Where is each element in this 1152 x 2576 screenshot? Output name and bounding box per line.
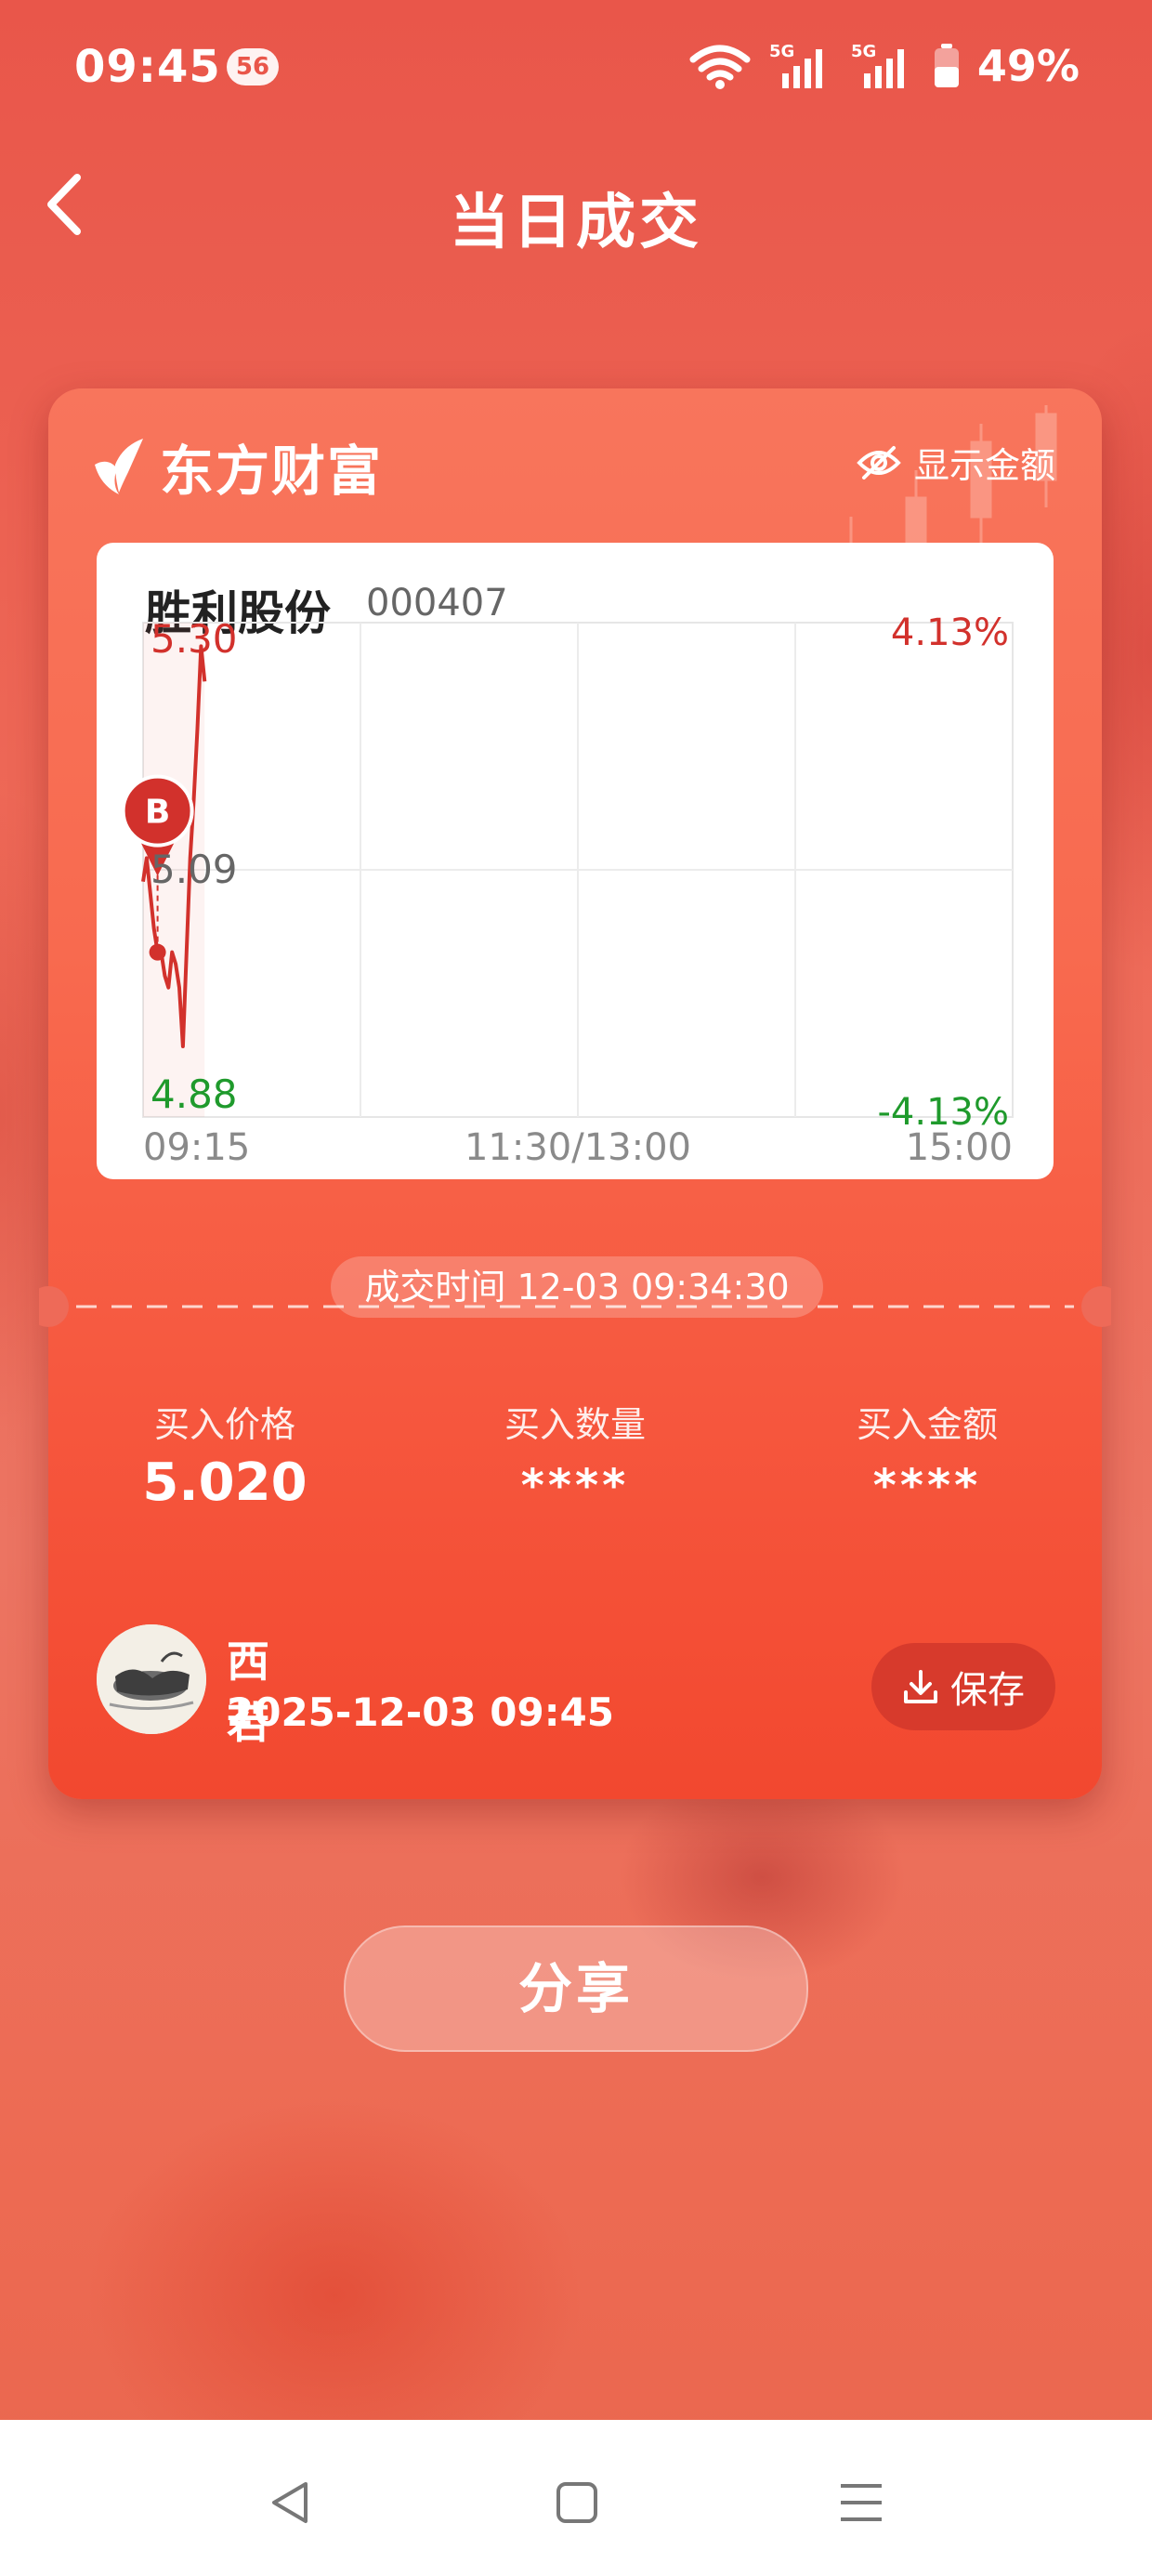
brand-name: 东方财富 [160,440,384,503]
metric-buy-amount: 买入金额 **** [816,1396,1039,1512]
system-home-button[interactable] [544,2470,609,2535]
share-button[interactable]: 分享 [344,1925,808,2052]
avatar[interactable] [97,1624,206,1734]
user-datetime: 2025-12-03 09:45 [227,1689,614,1735]
menu-lines-icon [841,2484,882,2521]
signal-5g-icon-2: 5G [851,42,904,88]
status-time: 09:45 [74,41,221,93]
save-label: 保存 [950,1669,1025,1712]
avatar-image [97,1624,206,1734]
buy-point [149,943,166,961]
page-title: 当日成交 [450,189,702,257]
buy-marker-label: B [145,794,170,832]
metric-value: 5.020 [142,1452,308,1513]
y-tick-label-left: 5.09 [151,847,238,892]
battery-icon [934,44,959,87]
x-tick-label: 11:30/13:00 [465,1126,691,1169]
trade-time: 成交时间 12-03 09:34:30 [331,1256,823,1318]
metric-label: 买入数量 [504,1404,646,1445]
download-icon [904,1670,937,1703]
square-home-icon [556,2482,597,2523]
metric-buy-quantity: 买入数量 **** [464,1396,687,1512]
notification-badge: 56 [227,48,279,85]
brand-icon [95,439,143,494]
brand-logo: 东方财富 [91,427,383,506]
triangle-back-icon [272,2482,308,2523]
metric-label: 买入价格 [153,1404,295,1445]
eye-off-icon [857,445,901,480]
battery-percent: 49% [976,41,1080,91]
x-tick-label: 15:00 [906,1126,1013,1169]
system-menu-button[interactable] [829,2470,894,2535]
y-tick-label-left: 5.30 [151,616,238,662]
y-tick-label-left: 4.88 [151,1071,238,1117]
save-button[interactable]: 保存 [871,1643,1055,1730]
chart-panel: 胜利股份 000407 B 5.30 5.09 4.88 4.13% -4.13% 09:… [97,543,1054,1179]
system-back-button[interactable] [258,2470,323,2535]
metric-value: **** [520,1460,630,1512]
wifi-icon [689,45,751,89]
metric-value: **** [872,1460,982,1512]
top-nav: 当日成交 [0,158,1152,257]
signal-5g-icon: 5G [769,42,822,88]
metric-label: 买入金额 [856,1404,998,1445]
x-tick-label: 09:15 [143,1126,250,1169]
show-amount-toggle[interactable]: 显示金额 [857,437,1055,488]
trade-card: 东方财富 显示金额 胜利股份 000407 B 5.30 5.09 4.88 4.13… [39,388,1111,1799]
intraday-chart: B 5.305.094.884.13%-4.13%09:15 11:30/13:0… [121,611,1014,1169]
system-nav-bar [0,2420,1152,2576]
y-tick-label-right: 4.13% [891,611,1009,654]
svg-text:5G: 5G [769,42,794,61]
metric-buy-price: 买入价格 5.020 [113,1396,336,1513]
svg-text:5G: 5G [851,42,876,61]
status-icons: 5G 5G 49% [687,41,1080,91]
status-bar: 09:45 56 5G 5G 49% [0,0,1152,139]
show-amount-label: 显示金额 [913,445,1055,486]
